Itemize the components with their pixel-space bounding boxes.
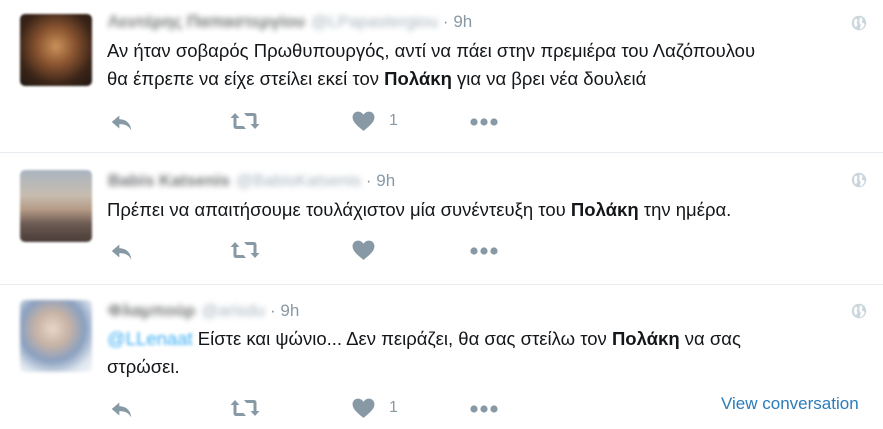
tweet-header: Λευτέρης Παπαστεργίου @LPapastergiou · 9h (108, 11, 472, 33)
more-icon (469, 116, 499, 128)
avatar[interactable] (20, 14, 92, 86)
heart-icon (351, 238, 376, 263)
tweet-header: Φλαμπούρ @arisdu · 9h (108, 300, 299, 322)
reply-icon (108, 238, 135, 264)
retweet-button[interactable] (229, 396, 261, 422)
tweet-text-segment: Πρέπει να απαιτήσουμε τουλάχιστον μία συ… (107, 199, 571, 220)
tweet-text-line: στρώσει. (107, 356, 180, 377)
tweet-text-segment: να σας (679, 328, 741, 349)
tweet-text: Αν ήταν σοβαρός Πρωθυπουργός, αντί να πά… (107, 37, 867, 93)
tweet-text-segment: την ημέρα. (638, 199, 732, 220)
tweet-1[interactable]: Λευτέρης Παπαστεργίου @LPapastergiou · 9h … (0, 0, 883, 152)
reply-button[interactable] (108, 396, 135, 422)
more-icon (469, 245, 499, 257)
tweet-text-segment: για να βρει νέα δουλειά (451, 68, 647, 89)
globe-icon (851, 172, 867, 188)
user-name[interactable]: Φλαμπούρ (108, 301, 195, 320)
tweet-header: Babis Katsenis @BabisKatsenis · 9h (108, 170, 395, 192)
retweet-button[interactable] (229, 238, 261, 264)
tweet-text-segment: θα έπρεπε να είχε στείλει εκεί τον (107, 68, 385, 89)
user-handle[interactable]: @LPapastergiou (311, 12, 438, 31)
more-button[interactable] (469, 403, 499, 429)
view-conversation-link[interactable]: View conversation (721, 394, 859, 414)
avatar[interactable] (20, 300, 92, 372)
reply-button[interactable] (108, 109, 135, 135)
tweet-text: @LLenaat Είστε και ψώνιο... Δεν πειράζει… (107, 325, 867, 381)
retweet-button[interactable] (229, 109, 261, 135)
like-count: 1 (389, 399, 398, 416)
retweet-icon (229, 238, 261, 262)
globe-icon (851, 15, 867, 31)
tweet-text-segment: Είστε και ψώνιο... Δεν πειράζει, θα σας … (192, 328, 612, 349)
user-name[interactable]: Λευτέρης Παπαστεργίου (108, 12, 305, 31)
like-count: 1 (389, 112, 398, 129)
more-button[interactable] (469, 245, 499, 271)
like-button[interactable] (351, 109, 376, 135)
user-handle[interactable]: @BabisKatsenis (236, 171, 361, 190)
tweet-2[interactable]: Babis Katsenis @BabisKatsenis · 9h Πρέπει … (0, 153, 883, 284)
separator-dot: · (442, 12, 449, 31)
like-button[interactable] (351, 238, 376, 264)
retweet-icon (229, 396, 261, 420)
mention-link[interactable]: @LLenaat (107, 328, 193, 349)
tweet-text-line: Αν ήταν σοβαρός Πρωθυπουργός, αντί να πά… (107, 40, 756, 61)
user-name[interactable]: Babis Katsenis (108, 171, 230, 190)
tweet-3[interactable]: Φλαμπούρ @arisdu · 9h @LLenaat Είστε και ψ… (0, 285, 883, 426)
like-button[interactable] (351, 396, 376, 422)
globe-icon (851, 303, 867, 319)
tweet-time[interactable]: 9h (376, 171, 395, 190)
reply-button[interactable] (108, 238, 135, 264)
tweet-time[interactable]: 9h (280, 301, 299, 320)
reply-icon (108, 109, 135, 135)
heart-icon (351, 396, 376, 421)
highlighted-keyword: Πολάκη (570, 199, 639, 220)
reply-icon (108, 396, 135, 422)
separator-dot: · (365, 171, 372, 190)
separator-dot: · (269, 301, 276, 320)
more-button[interactable] (469, 116, 499, 142)
user-handle[interactable]: @arisdu (201, 301, 265, 320)
retweet-icon (229, 109, 261, 133)
heart-icon (351, 109, 376, 134)
highlighted-keyword: Πολάκη (384, 68, 452, 89)
more-icon (469, 403, 499, 415)
tweet-text: Πρέπει να απαιτήσουμε τουλάχιστον μία συ… (107, 196, 867, 224)
highlighted-keyword: Πολάκη (611, 328, 680, 349)
avatar[interactable] (20, 170, 92, 242)
tweet-time[interactable]: 9h (453, 12, 472, 31)
